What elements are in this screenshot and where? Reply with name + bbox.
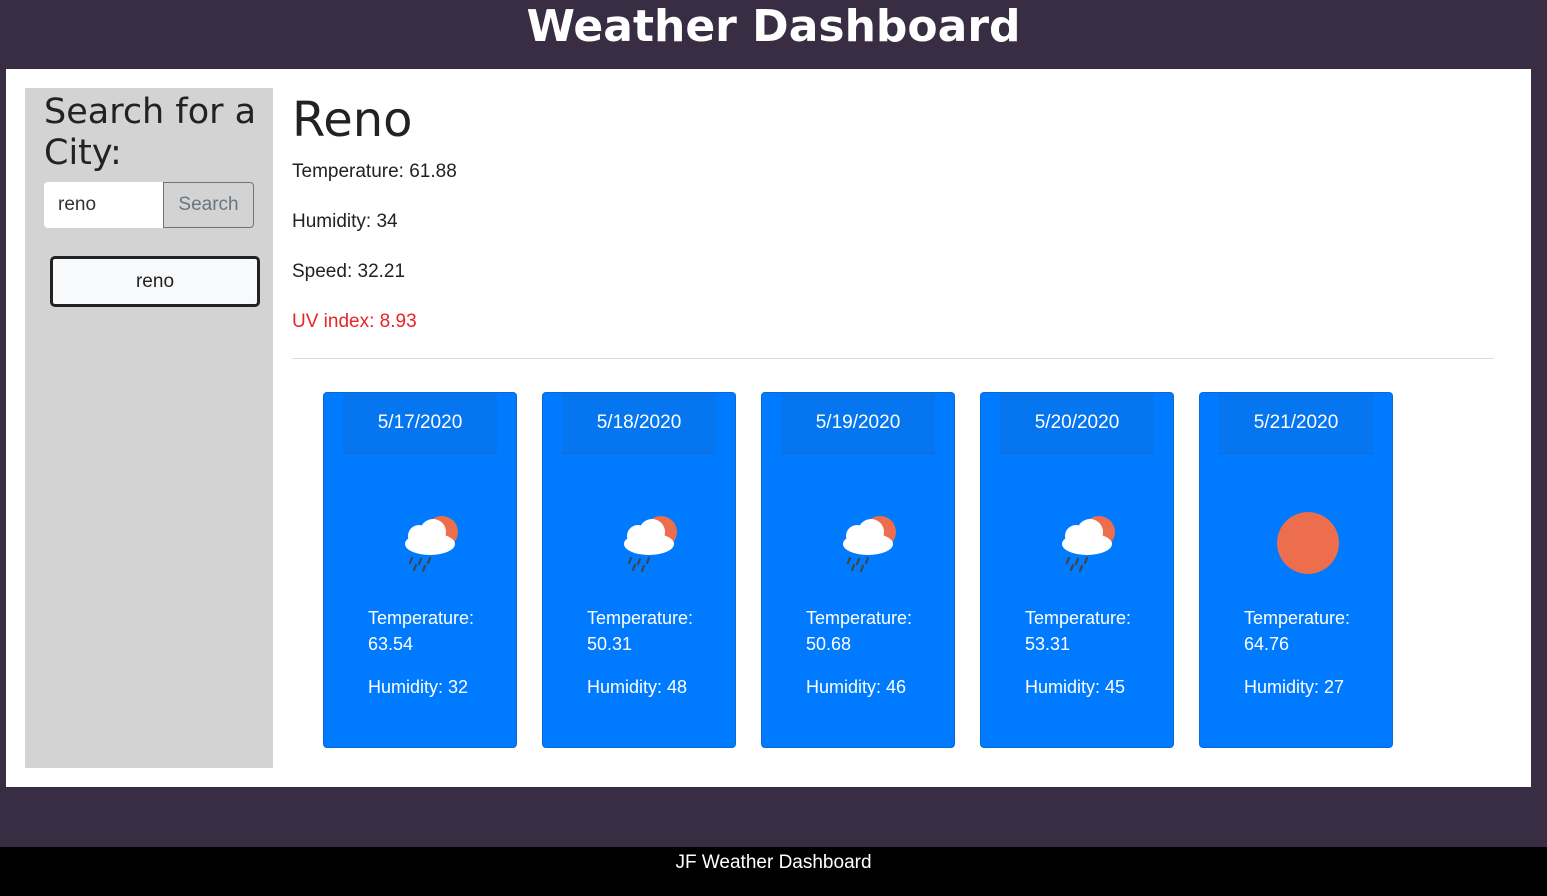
current-wind-speed: Speed: 32.21 (292, 261, 406, 282)
forecast-temperature: Temperature: 63.54 (368, 605, 508, 657)
forecast-date: 5/19/2020 (781, 393, 935, 454)
forecast-temperature: Temperature: 50.68 (806, 605, 946, 657)
rain-cloud-sun-icon (1062, 516, 1115, 573)
forecast-temperature-label: Temperature: (1244, 608, 1351, 628)
search-heading: Search for a City: (44, 92, 257, 173)
forecast-temperature-label: Temperature: (1025, 608, 1132, 628)
forecast-card: 5/17/2020 Temperature: 63.54 Humidity: 3… (323, 392, 517, 748)
search-button[interactable]: Search (163, 182, 254, 228)
forecast-humidity: Humidity: 46 (806, 677, 907, 697)
search-sidebar: Search for a City: Search reno (25, 88, 273, 768)
forecast-temperature-value: 53.31 (1025, 634, 1071, 654)
page-header: Weather Dashboard (0, 0, 1547, 68)
forecast-temperature-label: Temperature: (587, 608, 694, 628)
forecast-humidity: Humidity: 48 (587, 677, 688, 697)
forecast-temperature: Temperature: 64.76 (1244, 605, 1384, 657)
section-divider (292, 358, 1494, 359)
forecast-temperature-label: Temperature: (806, 608, 913, 628)
page-footer: JF Weather Dashboard (0, 847, 1547, 896)
forecast-card: 5/21/2020 Temperature: 64.76 Humidity: 2… (1199, 392, 1393, 748)
forecast-humidity: Humidity: 32 (368, 677, 469, 697)
current-weather: Reno Temperature: 61.88 Humidity: 34 Spe… (292, 88, 1494, 332)
main-panel: Search for a City: Search reno Reno Temp… (6, 69, 1531, 787)
rain-cloud-sun-icon (405, 516, 458, 573)
rain-cloud-sun-icon (624, 516, 677, 573)
forecast-date: 5/18/2020 (562, 393, 716, 454)
forecast-date: 5/21/2020 (1219, 393, 1373, 454)
search-input[interactable] (44, 182, 164, 228)
page-title: Weather Dashboard (526, 0, 1021, 52)
forecast-card: 5/20/2020 Temperature: 53.31 Humidity: 4… (980, 392, 1174, 748)
rain-cloud-sun-icon (843, 516, 896, 573)
current-humidity: Humidity: 34 (292, 211, 398, 232)
footer-text: JF Weather Dashboard (675, 852, 872, 873)
city-name: Reno (292, 92, 413, 148)
forecast-card: 5/18/2020 Temperature: 50.31 Humidity: 4… (542, 392, 736, 748)
current-temperature: Temperature: 61.88 (292, 161, 457, 182)
forecast-humidity: Humidity: 45 (1025, 677, 1126, 697)
sun-icon (1277, 512, 1339, 574)
forecast-temperature: Temperature: 53.31 (1025, 605, 1165, 657)
forecast-temperature-label: Temperature: (368, 608, 475, 628)
current-uv-index: UV index: 8.93 (292, 311, 417, 332)
forecast-temperature: Temperature: 50.31 (587, 605, 727, 657)
forecast-temperature-value: 50.68 (806, 634, 852, 654)
forecast-date: 5/20/2020 (1000, 393, 1154, 454)
forecast-date: 5/17/2020 (343, 393, 497, 454)
forecast-temperature-value: 63.54 (368, 634, 414, 654)
forecast-card: 5/19/2020 Temperature: 50.68 Humidity: 4… (761, 392, 955, 748)
history-button-reno[interactable]: reno (50, 256, 260, 307)
forecast-temperature-value: 50.31 (587, 634, 633, 654)
forecast-humidity: Humidity: 27 (1244, 677, 1345, 697)
forecast-temperature-value: 64.76 (1244, 634, 1290, 654)
